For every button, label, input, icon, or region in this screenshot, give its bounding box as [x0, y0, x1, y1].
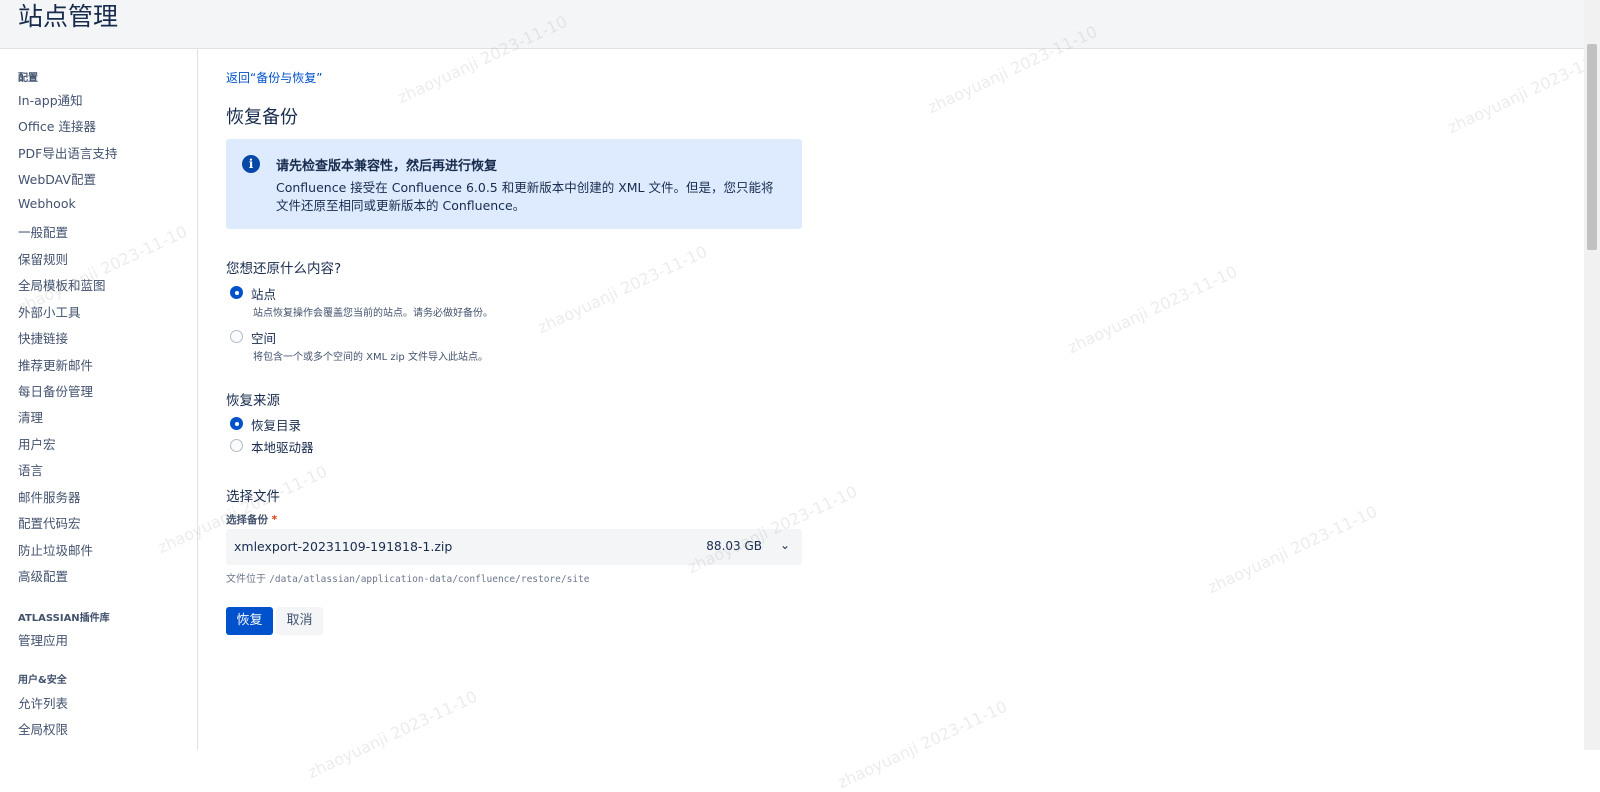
sidebar-item-in-app-notifications[interactable]: In-app通知 — [18, 90, 83, 109]
radio-site-description: 站点恢复操作会覆盖您当前的站点。请务必做好备份。 — [253, 308, 493, 319]
selected-file-name: xmlexport-20231109-191818-1.zip — [234, 539, 453, 554]
sidebar-section-config: 配置 — [18, 73, 38, 84]
watermark: zhaoyuanji 2023-11-10 — [1204, 501, 1381, 598]
chevron-down-icon: ⌄ — [779, 538, 790, 552]
watermark: zhaoyuanji 2023-11-10 — [1444, 41, 1600, 138]
sidebar-item-user-macros[interactable]: 用户宏 — [18, 434, 56, 453]
sidebar-item-global-permissions[interactable]: 全局权限 — [18, 719, 68, 738]
sidebar-item-shortcut-links[interactable]: 快捷链接 — [18, 328, 68, 347]
radio-restore-directory-label[interactable]: 恢复目录 — [251, 415, 301, 434]
restore-button[interactable]: 恢复 — [226, 607, 273, 635]
radio-space[interactable] — [230, 330, 243, 343]
sidebar-item-advanced-config[interactable]: 高级配置 — [18, 566, 68, 585]
sidebar-item-cleanup[interactable]: 清理 — [18, 407, 43, 426]
selected-file-size: 88.03 GB — [706, 539, 762, 553]
watermark: zhaoyuanji 2023-11-10 — [834, 696, 1011, 792]
radio-space-description: 将包含一个或多个空间的 XML zip 文件导入此站点。 — [253, 352, 488, 363]
sidebar-item-retention-rules[interactable]: 保留规则 — [18, 249, 68, 268]
scrollbar-thumb[interactable] — [1587, 44, 1597, 250]
page-title: 站点管理 — [18, 2, 119, 31]
sidebar-item-global-templates[interactable]: 全局模板和蓝图 — [18, 275, 106, 294]
sidebar-item-spam-prevention[interactable]: 防止垃圾邮件 — [18, 540, 93, 559]
sidebar-item-manage-apps[interactable]: 管理应用 — [18, 630, 68, 649]
info-icon: i — [242, 155, 260, 173]
back-to-backup-link[interactable]: 返回“备份与恢复” — [226, 69, 322, 86]
cancel-button[interactable]: 取消 — [276, 607, 323, 635]
sidebar-item-external-gadgets[interactable]: 外部小工具 — [18, 302, 81, 321]
watermark: zhaoyuanji 2023-11-10 — [304, 686, 481, 783]
sidebar-item-recommended-updates-email[interactable]: 推荐更新邮件 — [18, 355, 93, 374]
sidebar-item-general-config[interactable]: 一般配置 — [18, 222, 68, 241]
restore-source-label: 恢复来源 — [226, 393, 280, 409]
select-backup-label: 选择备份 * — [226, 512, 277, 527]
sidebar-item-allowlist[interactable]: 允许列表 — [18, 693, 68, 712]
top-header: 站点管理 — [0, 0, 1584, 49]
version-compatibility-notice: i 请先检查版本兼容性，然后再进行恢复 Confluence 接受在 Confl… — [226, 139, 802, 229]
vertical-scrollbar[interactable] — [1584, 0, 1600, 750]
file-location-note: 文件位于 /data/atlassian/application-data/co… — [226, 570, 589, 585]
sidebar-item-pdf-export-language[interactable]: PDF导出语言支持 — [18, 143, 117, 162]
sidebar-item-languages[interactable]: 语言 — [18, 460, 43, 479]
sidebar-section-security: 用户&安全 — [18, 675, 67, 686]
restore-backup-heading: 恢复备份 — [226, 107, 298, 128]
select-file-section-label: 选择文件 — [226, 489, 280, 505]
sidebar-item-daily-backup[interactable]: 每日备份管理 — [18, 381, 93, 400]
required-mark: * — [271, 514, 278, 526]
sidebar: 配置 In-app通知 Office 连接器 PDF导出语言支持 WebDAV配… — [0, 49, 198, 750]
file-location-path: /data/atlassian/application-data/conflue… — [269, 574, 590, 585]
restore-what-label: 您想还原什么内容? — [226, 261, 342, 277]
radio-restore-directory[interactable] — [230, 417, 243, 430]
radio-site-label[interactable]: 站点 — [251, 284, 276, 303]
sidebar-item-webhook[interactable]: Webhook — [18, 196, 76, 211]
radio-space-label[interactable]: 空间 — [251, 328, 276, 347]
backup-file-select[interactable]: xmlexport-20231109-191818-1.zip 88.03 GB… — [226, 529, 802, 565]
sidebar-section-plugins: ATLASSIAN插件库 — [18, 613, 110, 624]
watermark: zhaoyuanji 2023-11-10 — [534, 241, 711, 338]
radio-local-drive-label[interactable]: 本地驱动器 — [251, 437, 314, 456]
sidebar-item-office-connector[interactable]: Office 连接器 — [18, 116, 96, 135]
select-backup-label-text: 选择备份 — [226, 514, 268, 526]
notice-title: 请先检查版本兼容性，然后再进行恢复 — [276, 159, 498, 174]
sidebar-item-code-macro[interactable]: 配置代码宏 — [18, 513, 81, 532]
file-location-prefix: 文件位于 — [226, 574, 266, 585]
sidebar-item-webdav[interactable]: WebDAV配置 — [18, 169, 96, 188]
notice-text: Confluence 接受在 Confluence 6.0.5 和更新版本中创建… — [276, 180, 774, 213]
radio-site[interactable] — [230, 286, 243, 299]
sidebar-item-mail-servers[interactable]: 邮件服务器 — [18, 487, 81, 506]
radio-local-drive[interactable] — [230, 439, 243, 452]
watermark: zhaoyuanji 2023-11-10 — [1064, 261, 1241, 358]
